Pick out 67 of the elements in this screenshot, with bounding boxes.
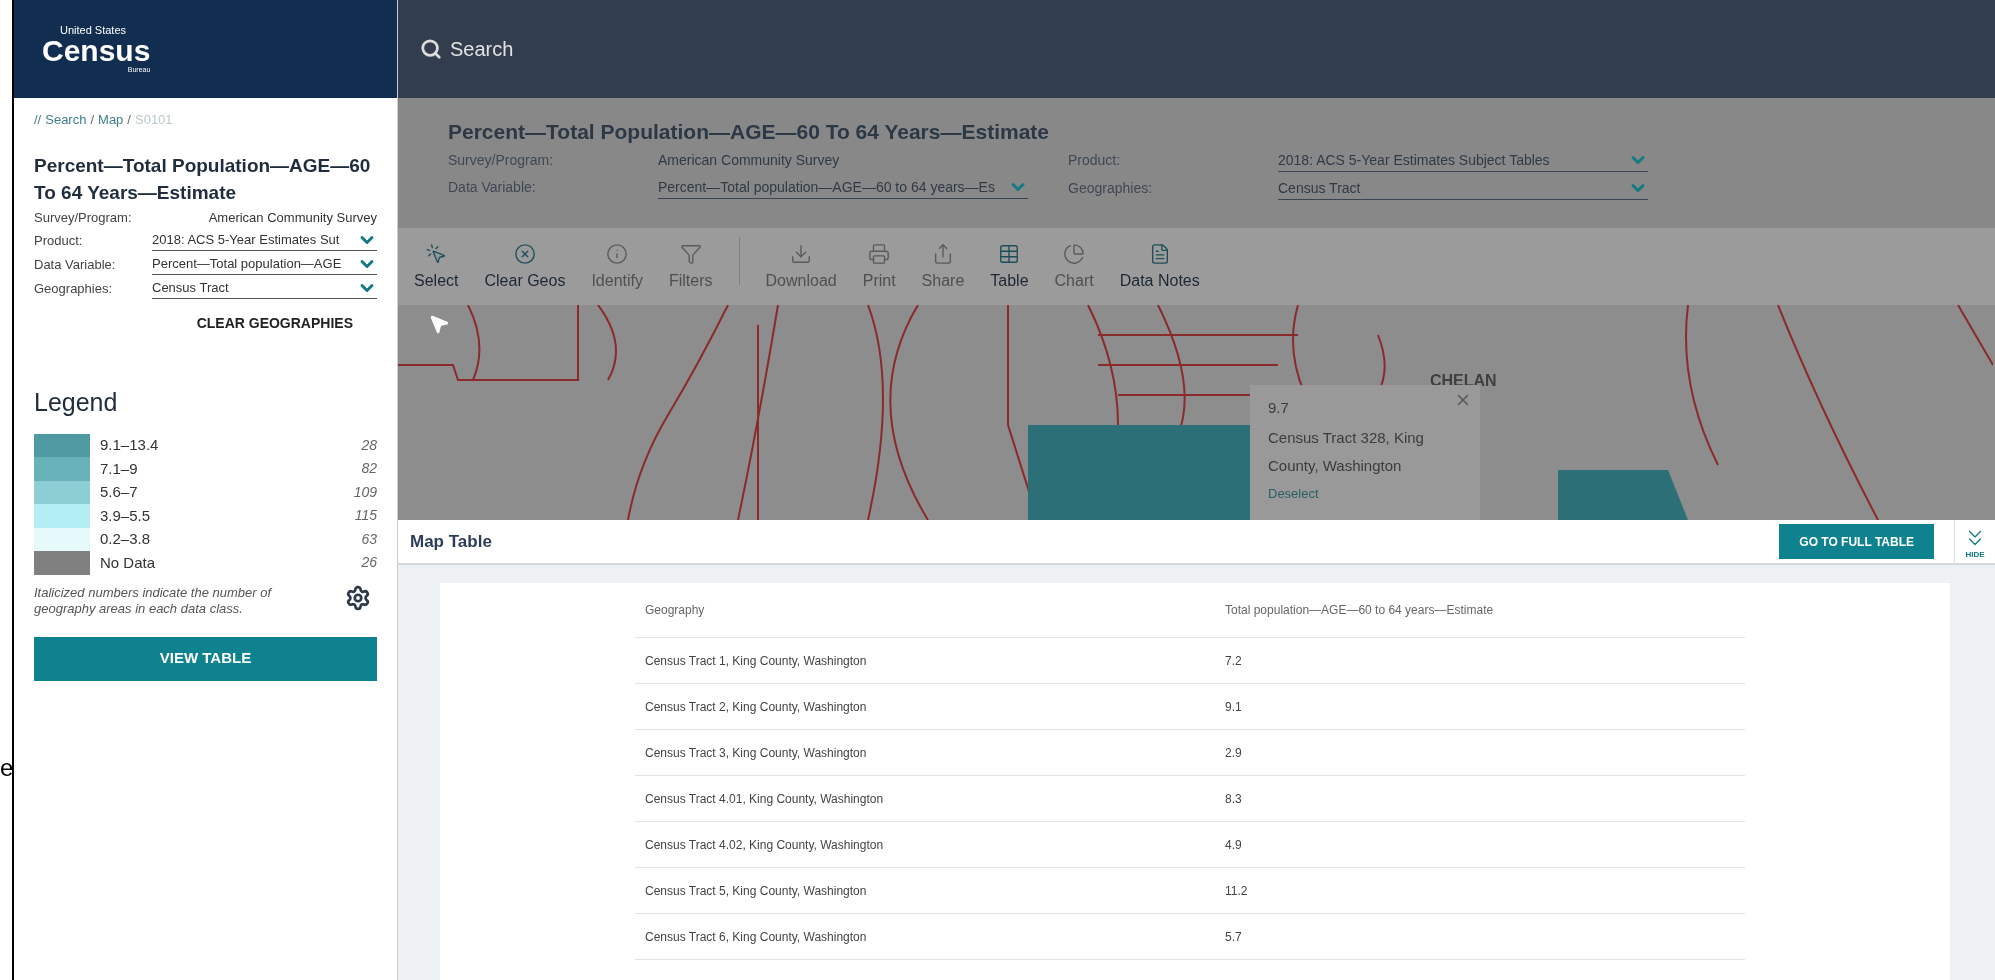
map-table-title: Map Table [410, 530, 493, 553]
table-cell-text: Census Tract 5, King County, Washington [644, 882, 868, 900]
slide-text: e [0, 756, 12, 780]
legend-count: 28 [361, 435, 377, 455]
deselect-link[interactable]: Deselect [1268, 483, 1462, 503]
column-header: Total population—AGE—60 to 64 years—Estimate [1224, 602, 1495, 619]
field-label: Data Variable: [34, 255, 117, 274]
dropdown[interactable]: 2018: ACS 5-Year Estimates Sut [152, 230, 377, 251]
field-label: Geographies: [1068, 179, 1154, 198]
legend-range: 9.1–13.4 [100, 435, 160, 455]
legend-range: 7.1–9 [100, 458, 139, 479]
dropdown[interactable]: Census Tract [152, 278, 377, 299]
view-table-button[interactable]: VIEW TABLE [34, 636, 377, 681]
legend-note: Italicized numbers indicate the number of geography areas in each data class. [34, 584, 273, 617]
field-value: American Community Survey [658, 150, 841, 170]
column-header: Geography [644, 602, 706, 619]
toolbar-button[interactable]: Table [990, 243, 1029, 293]
legend-count: 109 [353, 482, 377, 502]
field-value: American Community Survey [208, 209, 377, 225]
legend-range: 3.9–5.5 [100, 505, 152, 526]
go-to-full-table-button[interactable]: GO TO FULL TABLE [1779, 524, 1934, 559]
field-label: Data Variable: [448, 178, 537, 197]
table-cell-text: Census Tract 1, King County, Washington [644, 652, 868, 670]
table-cell-text: Census Tract 4.01, King County, Washington [644, 790, 885, 808]
legend-title: Legend [34, 387, 119, 418]
sidebar-title: Percent—Total Population—AGE—60 To 64 Years—Estimate [34, 153, 372, 205]
table-cell-text: 2.9 [1224, 744, 1243, 762]
table-cell-text: 9.1 [1224, 698, 1243, 716]
table-cell-text: Census Tract 2, King County, Washington [644, 698, 868, 716]
table-cell-text: Census Tract 4.02, King County, Washington [644, 836, 885, 854]
field-label: Survey/Program: [34, 208, 133, 227]
dropdown[interactable]: 2018: ACS 5-Year Estimates Subject Tables [1278, 149, 1648, 172]
dropdown[interactable]: Percent—Total population—AGE—60 to 64 years—Es [658, 176, 1028, 199]
table-cell-text: 8.3 [1224, 790, 1243, 808]
legend-count: 115 [354, 506, 377, 526]
table-cell-text: 5.7 [1224, 928, 1243, 946]
popup-name: Census Tract 328, King County, Washington [1268, 427, 1425, 476]
table-cell-text: 7.2 [1224, 652, 1243, 670]
legend-range: 5.6–7 [100, 482, 139, 502]
field-label: Product: [34, 231, 84, 250]
table-cell-text: Census Tract 3, King County, Washington [644, 744, 868, 762]
breadcrumb-separator: / [90, 111, 95, 129]
dropdown[interactable]: Census Tract [1278, 177, 1648, 200]
table-cell-text: Census Tract 6, King County, Washington [644, 928, 868, 946]
map-title: Percent—Total Population—AGE—60 To 64 Years—Estimate [448, 119, 1050, 145]
toolbar-button[interactable]: Select [414, 243, 459, 293]
legend-range: 0.2–3.8 [100, 529, 152, 549]
search-field[interactable]: Search [450, 34, 950, 64]
dropdown[interactable]: Percent—Total population—AGE [152, 254, 377, 275]
breadcrumb-link[interactable]: Search [45, 110, 87, 130]
field-label: Survey/Program: [448, 150, 555, 170]
legend-range: No Data [100, 552, 157, 573]
field-label: Product: [1068, 151, 1122, 170]
breadcrumb-link[interactable]: Map [98, 110, 124, 130]
toolbar-button[interactable]: Data Notes [1119, 243, 1200, 293]
legend-count: 63 [361, 529, 377, 549]
toolbar-button[interactable]: Clear Geos [484, 243, 566, 293]
popup-value: 9.7 [1268, 398, 1290, 418]
breadcrumb-separator: / [127, 111, 131, 129]
legend-count: 26 [361, 553, 377, 573]
table-cell-text: 11.2 [1224, 882, 1249, 900]
clear-geographies-button[interactable]: CLEAR GEOGRAPHIES [196, 313, 353, 334]
table-cell-text: 4.9 [1224, 836, 1243, 854]
legend-count: 82 [361, 459, 377, 479]
breadcrumb-prefix: // [34, 111, 42, 129]
hide-button[interactable]: HIDE [1955, 524, 1995, 559]
field-label: Geographies: [34, 279, 114, 298]
